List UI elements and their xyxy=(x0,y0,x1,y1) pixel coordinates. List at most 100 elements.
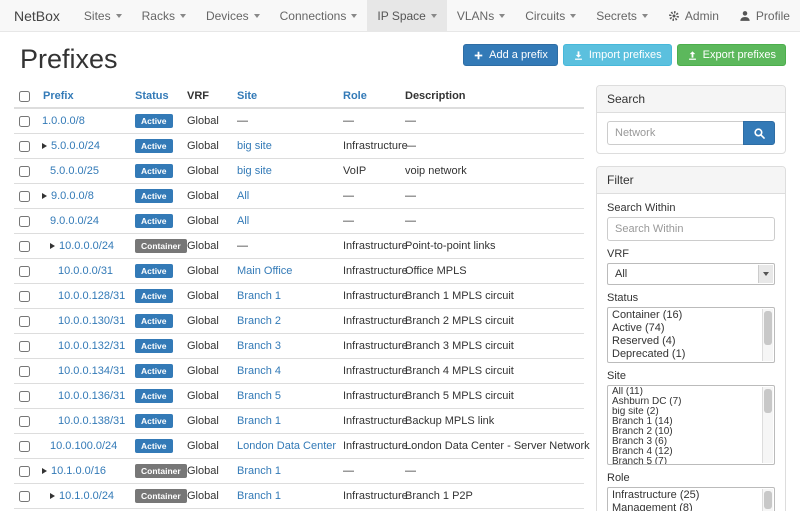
prefix-link[interactable]: 1.0.0.0/8 xyxy=(42,115,85,127)
nav-item-circuits[interactable]: Circuits xyxy=(515,0,586,31)
site-cell: All xyxy=(232,209,338,234)
row-checkbox[interactable] xyxy=(19,291,30,302)
prefix-link[interactable]: 10.0.0.0/31 xyxy=(58,265,113,277)
prefix-link[interactable]: 10.0.0.0/24 xyxy=(59,240,114,252)
row-checkbox[interactable] xyxy=(19,166,30,177)
scrollbar-thumb[interactable] xyxy=(764,389,772,413)
status-listbox[interactable]: Container (16)Active (74)Reserved (4)Dep… xyxy=(607,307,775,363)
row-checkbox[interactable] xyxy=(19,191,30,202)
site-link[interactable]: Branch 3 xyxy=(237,340,281,352)
nav-item-connections[interactable]: Connections xyxy=(270,0,368,31)
scrollbar-thumb[interactable] xyxy=(764,491,772,509)
search-input[interactable] xyxy=(607,121,743,145)
prefix-link[interactable]: 9.0.0.0/8 xyxy=(51,190,94,202)
row-checkbox[interactable] xyxy=(19,441,30,452)
row-checkbox[interactable] xyxy=(19,241,30,252)
site-link[interactable]: London Data Center xyxy=(237,440,336,452)
column-sort-link[interactable]: Status xyxy=(135,90,169,102)
row-checkbox[interactable] xyxy=(19,366,30,377)
role-option[interactable]: Management (8) xyxy=(609,502,760,511)
row-checkbox[interactable] xyxy=(19,141,30,152)
site-option[interactable]: Ashburn DC (7) xyxy=(609,397,760,407)
site-link[interactable]: Branch 1 xyxy=(237,465,281,477)
add-prefix-button[interactable]: Add a prefix xyxy=(463,44,558,66)
site-link[interactable]: All xyxy=(237,190,249,202)
export-prefixes-button[interactable]: Export prefixes xyxy=(677,44,786,66)
status-option[interactable]: Active (74) xyxy=(609,322,760,335)
site-listbox[interactable]: All (11)Ashburn DC (7)big site (2)Branch… xyxy=(607,385,775,465)
status-option[interactable]: Container (16) xyxy=(609,309,760,322)
nav-profile[interactable]: Profile xyxy=(729,0,800,31)
site-link[interactable]: big site xyxy=(237,140,272,152)
site-link[interactable]: Branch 1 xyxy=(237,490,281,502)
row-checkbox[interactable] xyxy=(19,266,30,277)
nav-item-vlans[interactable]: VLANs xyxy=(447,0,515,31)
table-row: 10.0.0.134/31ActiveGlobalBranch 4Infrast… xyxy=(14,359,584,384)
import-prefixes-button[interactable]: Import prefixes xyxy=(563,44,672,66)
prefix-link[interactable]: 10.0.0.136/31 xyxy=(58,390,125,402)
column-sort-link[interactable]: Role xyxy=(343,90,367,102)
site-link[interactable]: big site xyxy=(237,165,272,177)
select-all-checkbox[interactable] xyxy=(19,91,30,102)
prefix-link[interactable]: 10.0.0.132/31 xyxy=(58,340,125,352)
row-checkbox[interactable] xyxy=(19,316,30,327)
vrf-select[interactable]: All xyxy=(607,263,775,285)
site-link[interactable]: Branch 5 xyxy=(237,390,281,402)
site-option[interactable]: Branch 1 (14) xyxy=(609,417,760,427)
site-link[interactable]: Branch 1 xyxy=(237,415,281,427)
site-option[interactable]: Branch 2 (10) xyxy=(609,427,760,437)
site-link[interactable]: Branch 4 xyxy=(237,365,281,377)
prefix-link[interactable]: 10.0.100.0/24 xyxy=(50,440,117,452)
prefix-table-container: PrefixStatusVRFSiteRoleDescription 1.0.0… xyxy=(14,85,584,511)
row-checkbox[interactable] xyxy=(19,466,30,477)
site-option[interactable]: Branch 4 (12) xyxy=(609,447,760,457)
row-checkbox[interactable] xyxy=(19,391,30,402)
search-button[interactable] xyxy=(743,121,775,145)
nav-item-devices[interactable]: Devices xyxy=(196,0,270,31)
prefix-link[interactable]: 10.0.0.128/31 xyxy=(58,290,125,302)
row-checkbox[interactable] xyxy=(19,341,30,352)
nav-item-racks[interactable]: Racks xyxy=(132,0,196,31)
site-link[interactable]: Main Office xyxy=(237,265,292,277)
chevron-down-icon xyxy=(758,265,773,283)
search-within-input[interactable] xyxy=(607,217,775,241)
table-header-row: PrefixStatusVRFSiteRoleDescription xyxy=(14,85,584,108)
status-option[interactable]: Deprecated (1) xyxy=(609,348,760,361)
prefix-wrap: 9.0.0.0/24 xyxy=(50,215,99,227)
nav-item-ip-space[interactable]: IP Space xyxy=(367,0,446,31)
row-checkbox[interactable] xyxy=(19,416,30,427)
column-sort-link[interactable]: Prefix xyxy=(43,90,74,102)
prefix-link[interactable]: 9.0.0.0/24 xyxy=(50,215,99,227)
prefix-link[interactable]: 5.0.0.0/25 xyxy=(50,165,99,177)
row-checkbox-cell xyxy=(14,159,38,184)
prefix-link[interactable]: 5.0.0.0/24 xyxy=(51,140,100,152)
nav-item-label: Devices xyxy=(206,9,249,23)
role-option[interactable]: Infrastructure (25) xyxy=(609,489,760,502)
site-option[interactable]: Branch 5 (7) xyxy=(609,457,760,465)
nav-item-secrets[interactable]: Secrets xyxy=(586,0,658,31)
nav-admin[interactable]: Admin xyxy=(658,0,729,31)
prefix-link[interactable]: 10.0.0.134/31 xyxy=(58,365,125,377)
site-option[interactable]: Branch 3 (6) xyxy=(609,437,760,447)
site-link[interactable]: Branch 2 xyxy=(237,315,281,327)
nav-item-sites[interactable]: Sites xyxy=(74,0,132,31)
site-option[interactable]: big site (2) xyxy=(609,407,760,417)
nav-right-label: Admin xyxy=(685,9,719,23)
site-link[interactable]: All xyxy=(237,215,249,227)
prefix-link[interactable]: 10.1.0.0/24 xyxy=(59,490,114,502)
column-sort-link[interactable]: Site xyxy=(237,90,257,102)
site-link[interactable]: Branch 1 xyxy=(237,290,281,302)
prefix-link[interactable]: 10.1.0.0/16 xyxy=(51,465,106,477)
row-checkbox[interactable] xyxy=(19,116,30,127)
brand-logo[interactable]: NetBox xyxy=(0,0,74,31)
site-option[interactable]: All (11) xyxy=(609,387,760,397)
role-listbox[interactable]: Infrastructure (25)Management (8)Private… xyxy=(607,487,775,511)
row-checkbox[interactable] xyxy=(19,491,30,502)
table-row: 9.0.0.0/8ActiveGlobalAll—— xyxy=(14,184,584,209)
prefix-link[interactable]: 10.0.0.130/31 xyxy=(58,315,125,327)
scrollbar-thumb[interactable] xyxy=(764,311,772,345)
status-option[interactable]: Reserved (4) xyxy=(609,335,760,348)
role-cell: Infrastructure xyxy=(338,134,400,159)
row-checkbox[interactable] xyxy=(19,216,30,227)
prefix-link[interactable]: 10.0.0.138/31 xyxy=(58,415,125,427)
